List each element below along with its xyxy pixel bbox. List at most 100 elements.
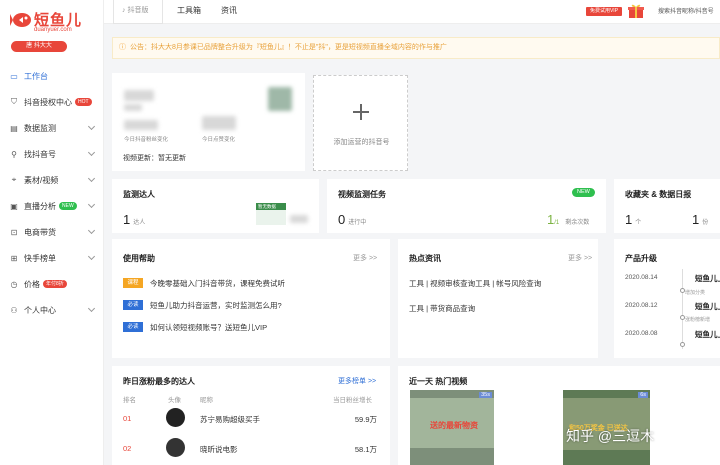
sidebar: 短鱼儿 duanyuer.com 唐 抖大大 ▭ 工作台 ⛉ 抖音授权中心 HO…	[0, 0, 104, 465]
must-read-tag: 必读	[123, 300, 143, 310]
price-icon: ◷	[10, 279, 18, 289]
update-row[interactable]: 2020.08.08 短鱼儿上线	[625, 330, 720, 342]
hot-news-more-link[interactable]: 更多 >>	[568, 253, 592, 263]
timeline-line	[682, 269, 683, 349]
sidebar-item-profile[interactable]: ⚇ 个人中心	[0, 297, 104, 323]
help-more-link[interactable]: 更多 >>	[353, 253, 377, 263]
sidebar-item-label: 价格	[24, 279, 40, 289]
ranking-card: 昨日涨粉最多的达人 更多榜单 >> 排名 头像 昵称 当日粉丝增长 01 苏宁易…	[112, 366, 390, 465]
sidebar-item-material[interactable]: ⌖ 素材/视频	[0, 167, 104, 193]
sidebar-item-ecommerce[interactable]: ⊡ 电商带货	[0, 219, 104, 245]
add-account-button[interactable]: 添加运营的抖音号	[313, 75, 408, 171]
gift-icon[interactable]	[628, 3, 644, 19]
sidebar-item-workbench[interactable]: ▭ 工作台	[0, 63, 104, 89]
sidebar-item-find[interactable]: ⚲ 找抖音号	[0, 141, 104, 167]
chart-icon: ▤	[10, 123, 18, 133]
brand-domain: duanyuer.com	[34, 27, 72, 33]
sidebar-item-label: 电商带货	[24, 227, 56, 237]
video-thumbnail[interactable]: 送的最新物资 35s	[410, 390, 494, 465]
chevron-down-icon	[87, 174, 96, 183]
sidebar-item-monitor[interactable]: ▤ 数据监测	[0, 115, 104, 141]
product-updates-card: 产品升级 2020.08.14 短鱼儿上线 增加分类 2020.08.12 短鱼…	[614, 239, 720, 358]
hot-news-card: 热点资讯 更多 >> 工具 | 视频审核查询工具 | 帐号风险查询 工具 | 带…	[398, 239, 598, 358]
monitor-icon: ▭	[10, 71, 18, 81]
follower-growth: 59.9万	[354, 415, 377, 424]
sidebar-item-live[interactable]: ▣ 直播分析 NEW	[0, 193, 104, 219]
remaining-total: /1	[554, 220, 560, 226]
tab-douyin-label: 抖音版	[127, 7, 149, 14]
updates-title: 产品升级	[625, 254, 657, 263]
update-text: 短鱼儿上线	[695, 330, 720, 339]
monitor-value: 1	[123, 212, 131, 227]
reports-value: 1	[692, 212, 700, 227]
help-title: 使用帮助	[123, 254, 155, 263]
search-input[interactable]: 搜索抖音昵称/抖音号	[658, 6, 720, 15]
chevron-down-icon	[87, 304, 96, 313]
shield-icon: ⛉	[11, 97, 17, 106]
hot-badge: HOT	[75, 98, 92, 106]
location-icon: ⌖	[11, 175, 17, 184]
col-growth: 当日粉丝增长	[333, 397, 372, 404]
table-row[interactable]: 02 晓昕说电影 58.1万	[112, 436, 388, 460]
avatar	[166, 438, 185, 457]
update-row[interactable]: 2020.08.12 短鱼儿上线	[625, 302, 720, 314]
news-item[interactable]: 工具 | 带货商品查询	[409, 303, 475, 314]
help-item[interactable]: 必读 短鱼儿助力抖音运营，实时监测怎么用?	[123, 299, 282, 311]
user-icon: ⚇	[10, 305, 18, 315]
brand-logo[interactable]: 短鱼儿 duanyuer.com	[10, 9, 100, 39]
chevron-down-icon	[87, 148, 96, 157]
favorites-value: 1	[625, 212, 633, 227]
table-row[interactable]: 01 苏宁易购超级买手 59.9万	[112, 406, 388, 430]
favorites-count: 1个	[625, 212, 641, 227]
tab-news[interactable]: 资讯	[221, 0, 237, 24]
favorites-card[interactable]: 收藏夹 & 数据日报 1个 1份	[614, 179, 720, 233]
video-running-count: 0 进行中	[338, 212, 366, 227]
hot-news-title: 热点资讯	[409, 254, 441, 263]
likes-change-label: 今日点赞变化	[202, 137, 236, 143]
help-item-text: 今晚零基础入门抖音带货，课程免费试听	[150, 278, 285, 288]
col-avatar: 头像	[168, 397, 181, 404]
help-card: 使用帮助 更多 >> 课程 今晚零基础入门抖音带货，课程免费试听 必读 短鱼儿助…	[112, 239, 390, 358]
account-card: 今日抖音粉丝变化 今日点赞变化 视频更新：暂无更新	[112, 73, 305, 171]
reports-count: 1份	[692, 212, 708, 227]
kuaishou-icon: ⊞	[10, 253, 18, 263]
sidebar-item-price[interactable]: ◷ 价格 年付8折	[0, 271, 104, 297]
watermark: 知乎 @三逗木	[566, 428, 655, 444]
sidebar-nav: ▭ 工作台 ⛉ 抖音授权中心 HOT ▤ 数据监测 ⚲ 找抖音号 ⌖ 素材/视频…	[0, 63, 104, 323]
creator-name: 晓昕说电影	[200, 445, 238, 454]
video-monitor-card[interactable]: 视频监测任务 NEW 0 进行中 1/1 剩余次数	[327, 179, 606, 233]
cart-icon: ⊡	[10, 227, 18, 237]
sidebar-item-label: 抖音授权中心	[24, 97, 72, 107]
sidebar-item-label: 快手榜单	[24, 253, 56, 263]
help-item[interactable]: 必读 如何认领短视频账号？送短鱼儿VIP	[123, 321, 267, 333]
monitor-unit: 达人	[133, 220, 146, 226]
tab-tools[interactable]: 工具箱	[177, 0, 201, 24]
monitor-stats-card[interactable]: 监测达人 1 达人 暂无数据	[112, 179, 319, 233]
update-row[interactable]: 2020.08.14 短鱼儿上线	[625, 274, 720, 286]
update-text: 短鱼儿上线	[695, 274, 720, 283]
course-tag: 课程	[123, 278, 143, 288]
sidebar-item-kuaishou[interactable]: ⊞ 快手榜单	[0, 245, 104, 271]
monitor-count: 1 达人	[123, 212, 145, 227]
free-vip-button[interactable]: 免费试用VIP	[586, 7, 622, 16]
sidebar-item-label: 个人中心	[24, 305, 56, 315]
video-running-value: 0	[338, 212, 346, 227]
help-item[interactable]: 课程 今晚零基础入门抖音带货，课程免费试听	[123, 277, 285, 289]
new-badge: NEW	[59, 202, 77, 210]
ranking-title: 昨日涨粉最多的达人	[123, 377, 195, 386]
video-duration: 35s	[479, 392, 492, 398]
news-item[interactable]: 工具 | 视频审核查询工具 | 帐号风险查询	[409, 278, 541, 289]
favorites-unit: 个	[635, 220, 642, 226]
sidebar-item-auth[interactable]: ⛉ 抖音授权中心 HOT	[0, 89, 104, 115]
tab-douyin[interactable]: ♪ 抖音版	[113, 0, 163, 24]
fish-logo-icon	[10, 13, 31, 27]
chevron-down-icon	[87, 252, 96, 261]
more-rankings-link[interactable]: 更多榜单 >>	[338, 376, 376, 386]
user-pill[interactable]: 唐 抖大大	[11, 41, 67, 52]
avatar	[268, 87, 292, 111]
help-item-text: 短鱼儿助力抖音运营，实时监测怎么用?	[150, 300, 282, 310]
col-rank: 排名	[123, 397, 136, 404]
chevron-down-icon	[87, 226, 96, 235]
hot-videos-title: 近一天 热门视频	[409, 377, 468, 386]
monitor-thumbnail: 暂无数据	[256, 203, 286, 225]
